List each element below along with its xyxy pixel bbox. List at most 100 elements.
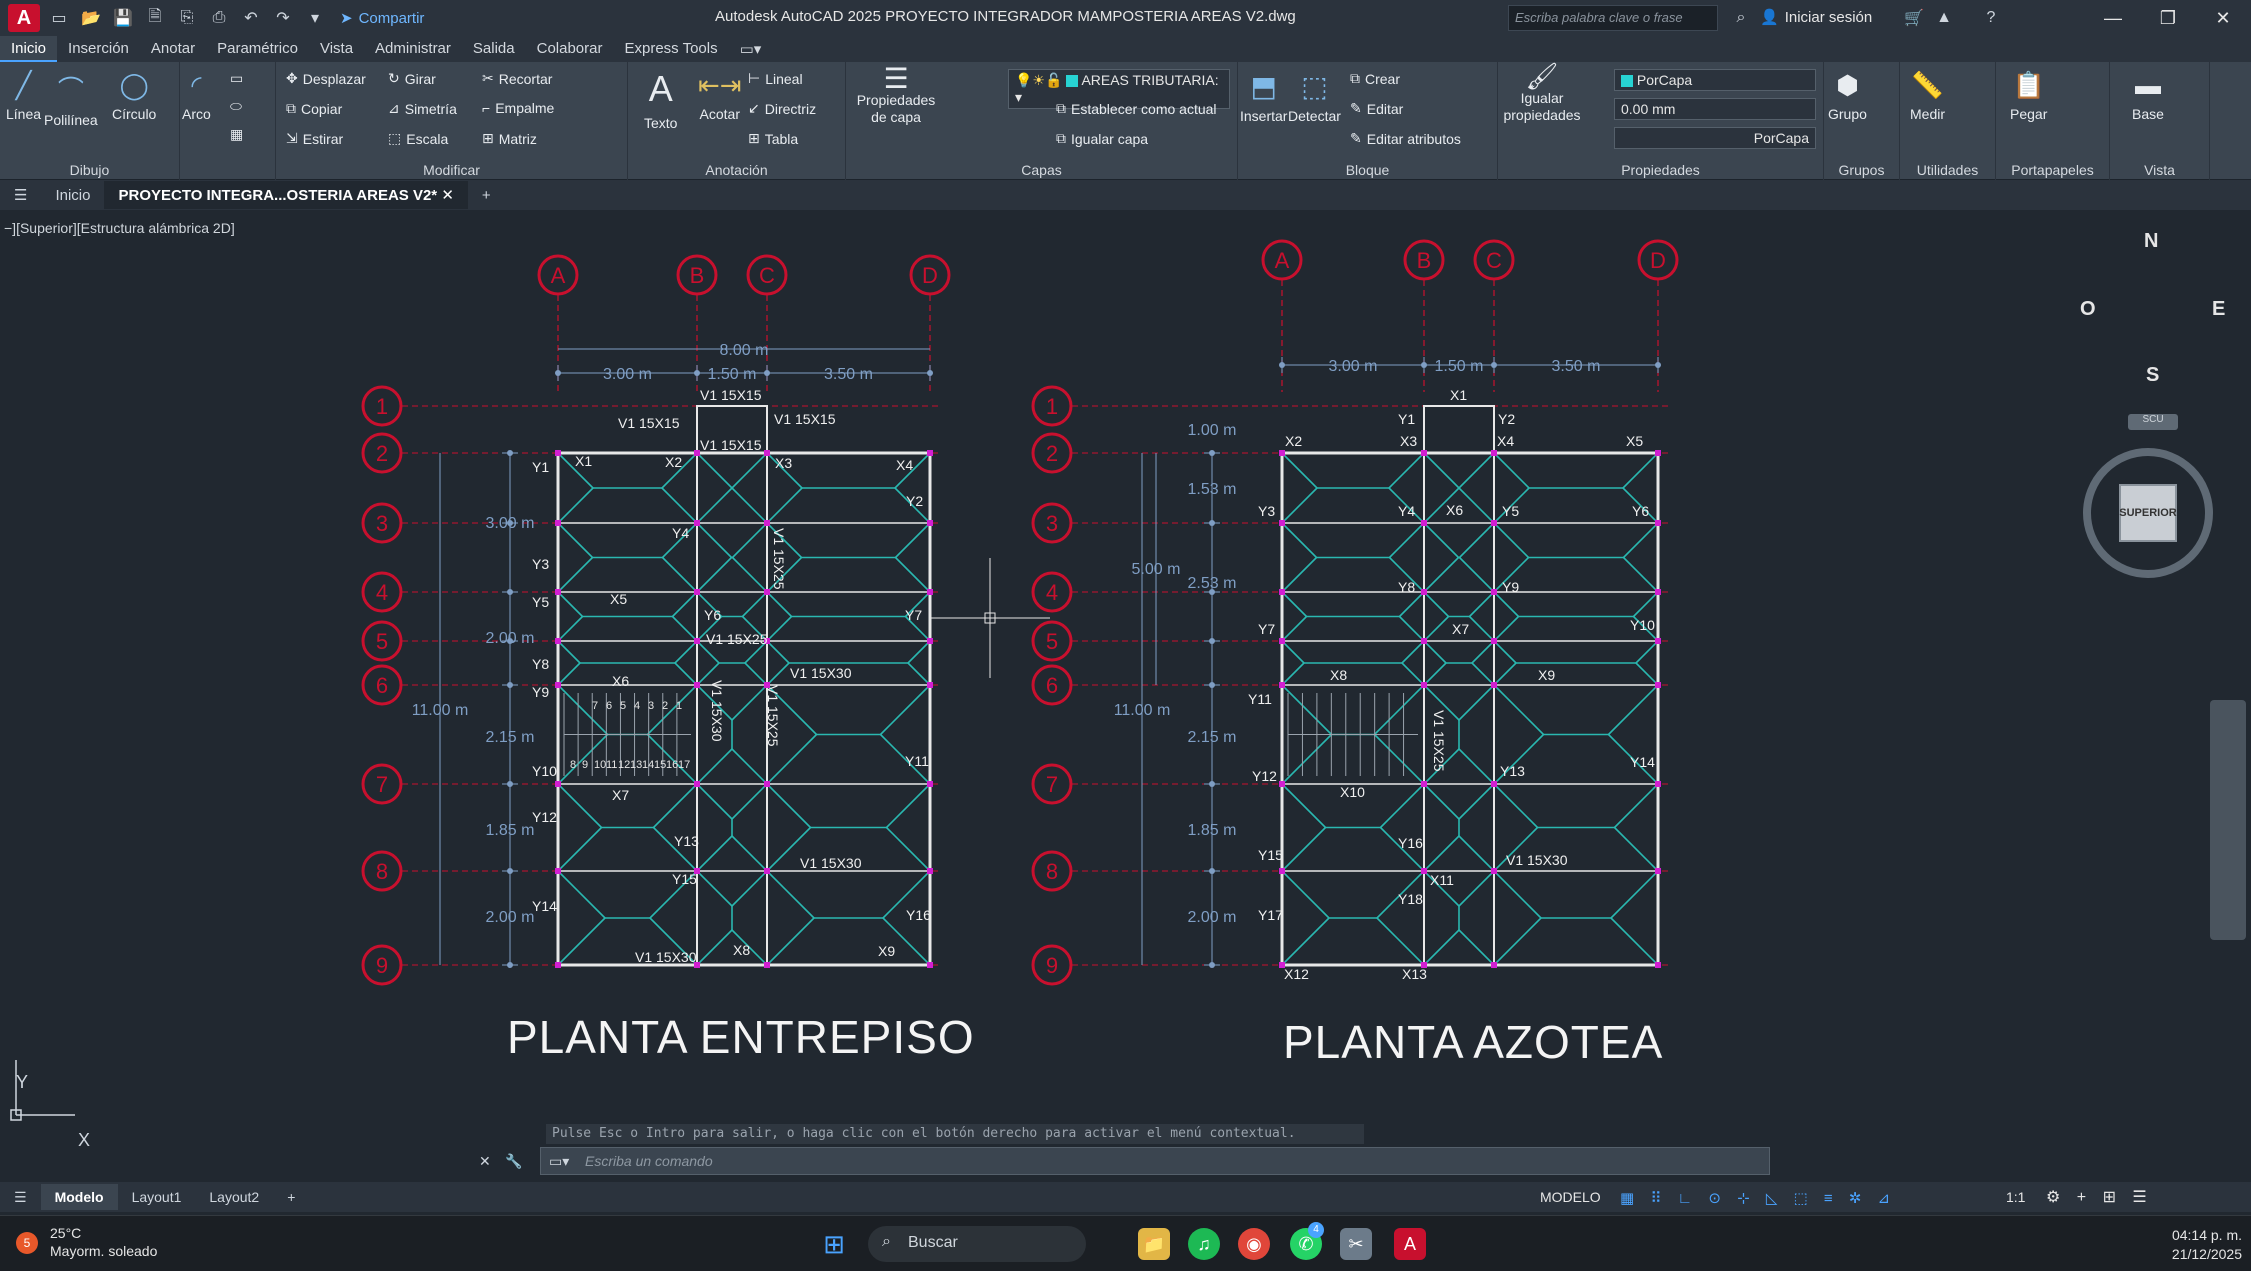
- dimension-button[interactable]: ⇤⇥ Acotar: [698, 70, 742, 122]
- close-icon[interactable]: ✕: [2200, 4, 2246, 32]
- autocad-logo[interactable]: A: [8, 4, 40, 32]
- panel-title-capas[interactable]: Capas: [846, 162, 1237, 178]
- search-icon[interactable]: ⌕: [1728, 7, 1754, 29]
- add-layout-icon[interactable]: +: [273, 1184, 309, 1210]
- command-line[interactable]: ✕ 🔧 ▭▾ Escriba un comando: [479, 1147, 1770, 1175]
- compass-north[interactable]: N: [2144, 230, 2158, 253]
- ribbon-options-icon[interactable]: ▭▾: [729, 36, 773, 62]
- trim-button[interactable]: ✂ Recortar: [482, 70, 552, 87]
- edit-attributes-button[interactable]: ✎ Editar atributos: [1350, 130, 1461, 147]
- circle-button[interactable]: ◯ Círculo: [112, 70, 156, 122]
- panel-title-dibujo[interactable]: Dibujo: [0, 162, 179, 178]
- customize-dropdown-icon[interactable]: ▾: [302, 7, 328, 29]
- layer-properties-button[interactable]: ☰ Propiedades de capa: [856, 65, 936, 126]
- tab-vista[interactable]: Vista: [309, 36, 364, 62]
- copy-button[interactable]: ⧉ Copiar: [286, 100, 342, 117]
- leader-button[interactable]: ↙ Directriz: [748, 100, 816, 117]
- move-button[interactable]: ✥ Desplazar: [286, 70, 366, 87]
- panel-title-anotacion[interactable]: Anotación: [628, 162, 845, 178]
- file-explorer-icon[interactable]: 📁: [1138, 1228, 1170, 1260]
- panel-title-propiedades[interactable]: Propiedades: [1498, 162, 1823, 178]
- gradient-icon[interactable]: ▦: [230, 126, 243, 143]
- help-icon[interactable]: ?: [1978, 7, 2004, 29]
- tab-layout2[interactable]: Layout2: [195, 1184, 273, 1210]
- save-as-icon[interactable]: 🗎: [142, 7, 168, 29]
- panel-title-grupos[interactable]: Grupos: [1824, 162, 1899, 178]
- rectangle-icon[interactable]: ▭: [230, 70, 243, 87]
- compass-west[interactable]: O: [2080, 298, 2096, 321]
- scale-button[interactable]: ⬚ Escala: [388, 130, 448, 147]
- doc-tab-active[interactable]: PROYECTO INTEGRA...OSTERIA AREAS V2* ✕: [104, 181, 468, 209]
- cart-icon[interactable]: 🛒: [1901, 7, 1927, 29]
- polyline-button[interactable]: ⌒ Polilínea: [44, 70, 98, 128]
- rotate-button[interactable]: ↻ Girar: [388, 70, 436, 87]
- tab-salida[interactable]: Salida: [462, 36, 526, 62]
- match-layer-button[interactable]: ⧉ Igualar capa: [1056, 130, 1148, 147]
- snipping-tool-icon[interactable]: ✂: [1340, 1228, 1372, 1260]
- redo-icon[interactable]: ↷: [270, 7, 296, 29]
- text-button[interactable]: A Texto: [644, 68, 677, 131]
- navigation-bar[interactable]: [2210, 700, 2246, 940]
- edit-block-button[interactable]: ✎ Editar: [1350, 100, 1403, 117]
- new-tab-icon[interactable]: +: [468, 182, 505, 209]
- model-space-button[interactable]: MODELO: [1540, 1189, 1601, 1205]
- close-command-icon[interactable]: ✕: [479, 1153, 491, 1170]
- minimize-icon[interactable]: —: [2090, 4, 2136, 32]
- weather-widget[interactable]: 25°C Mayorm. soleado: [50, 1224, 157, 1260]
- weather-badge[interactable]: 5: [16, 1232, 38, 1254]
- windows-start-icon[interactable]: ⊞: [818, 1228, 850, 1260]
- table-button[interactable]: ⊞ Tabla: [748, 130, 798, 147]
- keyword-search-input[interactable]: Escriba palabra clave o frase: [1508, 5, 1718, 31]
- open-folder-icon[interactable]: 📂: [78, 7, 104, 29]
- system-clock[interactable]: 04:14 p. m. 21/12/2025: [2150, 1226, 2242, 1264]
- cad-drawing[interactable]: A B C D1234567893.00 m 1.50 m 3.50 m8.00 m11.…: [0, 210, 2251, 1185]
- base-view-button[interactable]: ▬ Base: [2132, 70, 2164, 122]
- compass-east[interactable]: E: [2212, 298, 2225, 321]
- status-settings-icons[interactable]: ⚙ + ⊞ ☰: [2046, 1187, 2153, 1207]
- insert-block-button[interactable]: ⬒ Insertar: [1240, 70, 1287, 124]
- save-icon[interactable]: 💾: [110, 7, 136, 29]
- autodesk-app-icon[interactable]: ▲: [1931, 7, 1957, 29]
- match-properties-button[interactable]: 🖌 Igualar propiedades: [1502, 63, 1582, 124]
- set-current-layer-button[interactable]: ⧉ Establecer como actual: [1056, 100, 1217, 117]
- command-history-icon[interactable]: ▭▾: [549, 1153, 569, 1170]
- new-file-icon[interactable]: ▭: [46, 7, 72, 29]
- group-button[interactable]: ⬢ Grupo: [1828, 70, 1867, 122]
- create-block-button[interactable]: ⧉ Crear: [1350, 70, 1400, 87]
- fillet-button[interactable]: ⌐ Empalme: [482, 100, 554, 116]
- panel-title-modificar[interactable]: Modificar: [276, 162, 627, 178]
- share-button[interactable]: ➤ Compartir: [340, 9, 424, 28]
- doc-tab-home[interactable]: Inicio: [41, 182, 104, 209]
- lineweight-dropdown[interactable]: 0.00 mm: [1614, 98, 1816, 120]
- array-button[interactable]: ⊞ Matriz: [482, 130, 537, 147]
- measure-button[interactable]: 📏 Medir: [1910, 70, 1945, 122]
- hatch-icon[interactable]: ⬭: [230, 98, 242, 115]
- ucs-menu[interactable]: SCU: [2128, 414, 2178, 430]
- line-button[interactable]: ╱ Línea: [6, 70, 41, 122]
- tab-anotar[interactable]: Anotar: [140, 36, 206, 62]
- restore-icon[interactable]: ❐: [2145, 4, 2191, 32]
- detect-button[interactable]: ⬚ Detectar: [1288, 70, 1341, 124]
- tab-layout1[interactable]: Layout1: [118, 1184, 196, 1210]
- stretch-button[interactable]: ⇲ Estirar: [286, 130, 343, 147]
- mirror-button[interactable]: ⊿ Simetría: [388, 100, 457, 117]
- viewcube[interactable]: SUPERIOR: [2083, 448, 2213, 578]
- linear-dim-button[interactable]: ⊢ Lineal: [748, 70, 803, 87]
- tab-parametrico[interactable]: Paramétrico: [206, 36, 309, 62]
- tab-colaborar[interactable]: Colaborar: [526, 36, 614, 62]
- viewcube-top-face[interactable]: SUPERIOR: [2119, 484, 2177, 542]
- status-toggles[interactable]: ▦ ⠿ ∟ ⊙ ⊹ ◺ ⬚ ≡ ✲ ⊿: [1620, 1189, 1896, 1207]
- panel-title-utilidades[interactable]: Utilidades: [1900, 162, 1995, 178]
- close-tab-icon[interactable]: ✕: [441, 187, 454, 204]
- color-dropdown[interactable]: PorCapa: [1614, 69, 1816, 91]
- wrench-icon[interactable]: 🔧: [505, 1153, 522, 1170]
- publish-icon[interactable]: ⎘: [174, 7, 200, 29]
- compass-south[interactable]: S: [2146, 364, 2159, 387]
- tab-inicio[interactable]: Inicio: [0, 36, 58, 62]
- spotify-icon[interactable]: ♫: [1188, 1228, 1220, 1260]
- annotation-scale[interactable]: 1:1: [2006, 1189, 2025, 1205]
- signin-button[interactable]: 👤 Iniciar sesión: [1760, 8, 1872, 27]
- tab-express-tools[interactable]: Express Tools: [613, 36, 728, 62]
- panel-title-portapapeles[interactable]: Portapapeles: [1996, 162, 2109, 178]
- tab-modelo[interactable]: Modelo: [40, 1184, 118, 1210]
